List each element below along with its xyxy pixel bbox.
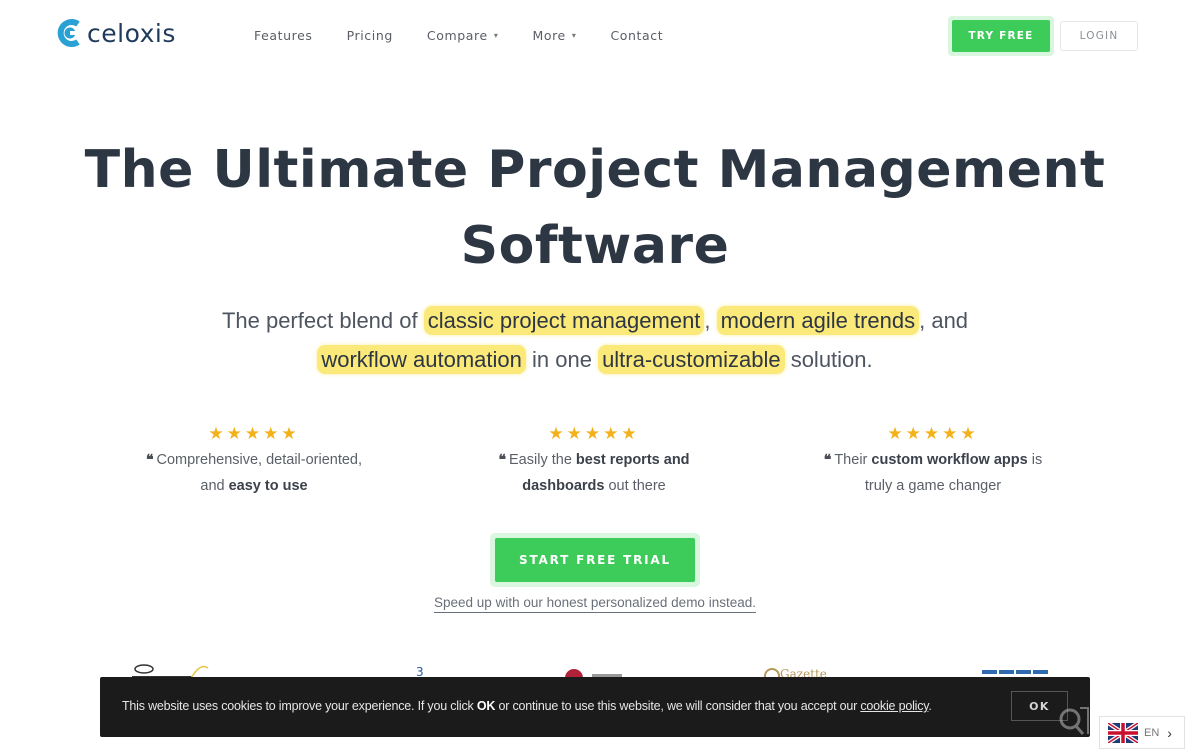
quote-emphasis: dashboards: [522, 478, 605, 494]
testimonial-card: ★★★★★ ❝ Easily the best reports and dashb…: [444, 424, 744, 499]
testimonial-card: ★★★★★ ❝ Their custom workflow apps is tru…: [783, 424, 1083, 499]
quote-emphasis: easy to use: [228, 478, 308, 494]
nav-pricing-label: Pricing: [346, 28, 393, 43]
chevron-right-icon: ›: [1167, 724, 1172, 741]
subtitle-text: solution.: [784, 347, 873, 372]
nav-pricing[interactable]: Pricing: [347, 28, 393, 43]
title-line-1: The Ultimate Project Management: [84, 140, 1106, 200]
demo-link[interactable]: Speed up with our honest personalized de…: [434, 595, 756, 613]
quote-emphasis: custom workflow apps: [871, 452, 1028, 468]
cookie-text: or continue to use this website, we will…: [495, 699, 861, 713]
try-free-label: TRY FREE: [952, 20, 1050, 52]
testimonial-card: ★★★★★ ❝ Comprehensive, detail-oriented, a…: [104, 424, 404, 499]
try-free-button[interactable]: TRY FREE: [948, 16, 1054, 56]
highlight-agile: modern agile trends: [716, 306, 920, 335]
quote-text: Their: [834, 452, 872, 468]
star-rating-icon: ★★★★★: [548, 424, 640, 443]
highlight-workflow: workflow automation: [317, 345, 526, 374]
language-switcher[interactable]: EN ›: [1099, 716, 1185, 749]
start-free-trial-button[interactable]: START FREE TRIAL: [490, 533, 700, 587]
nav-features[interactable]: Features: [254, 28, 313, 43]
site-header: celoxis Features Pricing Compare ▾ More …: [0, 0, 1190, 72]
nav-features-label: Features: [254, 28, 313, 43]
subtitle-text: , and: [919, 308, 969, 333]
page-title: The Ultimate Project Management Software: [0, 132, 1190, 284]
main-nav: Features Pricing Compare ▾ More ▾ Contac…: [254, 28, 697, 43]
quote-emphasis: best reports and: [575, 452, 690, 468]
cookie-text: .: [928, 699, 932, 713]
chevron-down-icon: ▾: [571, 31, 577, 40]
quote-text: is: [1027, 452, 1043, 468]
quote-text: and: [200, 478, 229, 494]
logo-text: celoxis: [87, 18, 176, 48]
quote-text: truly a game changer: [864, 478, 1002, 494]
star-rating-icon: ★★★★★: [887, 424, 979, 443]
subtitle-text: in one: [525, 347, 599, 372]
quote-text: Comprehensive, detail-oriented,: [156, 452, 363, 468]
quote-icon: ❝: [498, 452, 507, 468]
nav-contact[interactable]: Contact: [610, 28, 663, 43]
highlight-customizable: ultra-customizable: [598, 345, 785, 374]
demo-link-row: Speed up with our honest personalized de…: [0, 594, 1190, 613]
quote-text: Easily the: [509, 452, 576, 468]
testimonial-quote: ❝ Easily the best reports and dashboards …: [444, 447, 744, 499]
testimonial-quote: ❝ Their custom workflow apps is truly a g…: [783, 447, 1083, 499]
hero-subtitle: The perfect blend of classic project man…: [0, 301, 1190, 379]
quote-icon: ❝: [145, 452, 154, 468]
celoxis-logo-icon: [57, 19, 82, 47]
start-free-trial-label: START FREE TRIAL: [495, 538, 695, 582]
nav-contact-label: Contact: [610, 28, 664, 43]
nav-compare-label: Compare: [426, 28, 488, 43]
language-code: EN: [1144, 726, 1160, 739]
title-line-2: Software: [460, 216, 730, 276]
chevron-down-icon: ▾: [493, 31, 499, 40]
cookie-policy-link[interactable]: cookie policy: [860, 699, 928, 713]
nav-more-label: More: [532, 28, 566, 43]
subtitle-text: ,: [704, 308, 717, 333]
cookie-message: This website uses cookies to improve you…: [122, 699, 932, 713]
quote-icon: ❝: [823, 452, 832, 468]
search-watermark-icon: [1059, 707, 1089, 735]
quote-text: out there: [604, 478, 666, 494]
login-button[interactable]: LOGIN: [1060, 21, 1138, 51]
cookie-banner: This website uses cookies to improve you…: [100, 677, 1090, 737]
celoxis-logo[interactable]: celoxis: [57, 18, 176, 48]
cookie-text-bold: OK: [476, 699, 496, 713]
highlight-classic-pm: classic project management: [423, 306, 705, 335]
star-rating-icon: ★★★★★: [208, 424, 300, 443]
nav-compare[interactable]: Compare ▾: [427, 28, 499, 43]
cookie-text: This website uses cookies to improve you…: [122, 699, 477, 713]
uk-flag-icon: [1108, 722, 1138, 743]
nav-more[interactable]: More ▾: [532, 28, 576, 43]
testimonial-quote: ❝ Comprehensive, detail-oriented, and eas…: [104, 447, 404, 499]
subtitle-text: The perfect blend of: [221, 308, 424, 333]
